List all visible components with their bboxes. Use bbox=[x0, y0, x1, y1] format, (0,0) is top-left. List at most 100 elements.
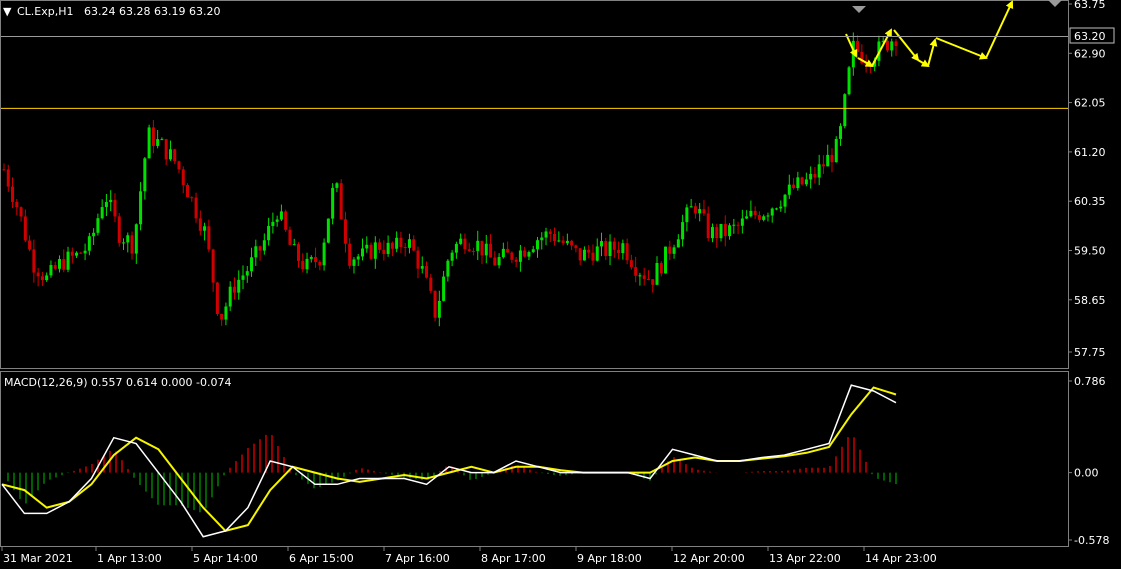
candle-body bbox=[53, 265, 57, 269]
candle bbox=[66, 246, 70, 273]
candle bbox=[693, 202, 697, 219]
chart-shift-marker-icon[interactable] bbox=[852, 6, 866, 13]
candle bbox=[326, 218, 330, 244]
candle-body bbox=[271, 221, 275, 226]
candle bbox=[305, 252, 309, 274]
candle bbox=[117, 213, 121, 247]
candle bbox=[548, 228, 552, 243]
candle-body bbox=[604, 241, 608, 257]
candle-body bbox=[49, 265, 53, 276]
candle-body bbox=[296, 244, 300, 261]
candle bbox=[134, 223, 138, 264]
candle bbox=[36, 267, 40, 287]
candle-body bbox=[75, 252, 79, 256]
candle-body bbox=[433, 290, 437, 318]
candle bbox=[19, 206, 23, 222]
candle bbox=[168, 140, 172, 161]
candle-body bbox=[369, 244, 373, 259]
candle-body bbox=[395, 237, 399, 249]
candle bbox=[617, 241, 621, 260]
collapse-triangle-icon[interactable]: ▼ bbox=[3, 5, 12, 18]
candle bbox=[894, 39, 898, 56]
candle bbox=[847, 65, 851, 96]
candle-body bbox=[11, 186, 15, 202]
candle bbox=[702, 199, 706, 216]
candle bbox=[70, 247, 74, 264]
candle bbox=[736, 221, 740, 235]
candle-body bbox=[237, 279, 241, 293]
candle bbox=[753, 206, 757, 220]
candle-body bbox=[164, 139, 168, 160]
candle bbox=[634, 256, 638, 283]
candle-body bbox=[732, 224, 736, 226]
candle-body bbox=[715, 227, 719, 239]
candle-body bbox=[23, 216, 27, 241]
candle bbox=[130, 231, 134, 260]
projection-arrows[interactable] bbox=[845, 0, 1014, 68]
candle-body bbox=[783, 194, 787, 207]
candle-body bbox=[847, 67, 851, 95]
price-tick-label: 62.90 bbox=[1074, 47, 1106, 60]
candle-body bbox=[753, 210, 757, 216]
candle bbox=[433, 290, 437, 322]
candle bbox=[301, 253, 305, 273]
candle bbox=[796, 171, 800, 191]
candle-body bbox=[540, 237, 544, 241]
candle-body bbox=[821, 164, 825, 167]
candle bbox=[390, 241, 394, 257]
candle bbox=[275, 215, 279, 227]
candle bbox=[685, 204, 689, 232]
candle-body bbox=[203, 226, 207, 231]
candle bbox=[224, 302, 228, 326]
candle bbox=[570, 239, 574, 251]
projection-arrow bbox=[893, 29, 920, 62]
candle bbox=[518, 244, 522, 272]
candle bbox=[49, 260, 53, 278]
candle bbox=[762, 214, 766, 222]
candle-body bbox=[817, 164, 821, 178]
candle bbox=[79, 251, 83, 254]
candle-body bbox=[578, 248, 582, 261]
macd-signal-line bbox=[1, 386, 897, 533]
candle-body bbox=[352, 259, 356, 266]
candle-body bbox=[621, 243, 625, 254]
candle-body bbox=[634, 267, 638, 276]
candle-body bbox=[664, 246, 668, 274]
candle bbox=[15, 198, 19, 216]
candle-body bbox=[813, 173, 817, 178]
candle bbox=[395, 231, 399, 253]
trading-chart[interactable]: 63.75 62.90 62.05 61.20 60.35 59.50 58.65 57.75… bbox=[0, 0, 1121, 569]
candle bbox=[378, 238, 382, 254]
candle bbox=[203, 222, 207, 241]
candle-body bbox=[826, 154, 830, 167]
candle bbox=[177, 160, 181, 174]
time-tick-label: 14 Apr 23:00 bbox=[865, 552, 937, 565]
candle bbox=[237, 270, 241, 300]
candle bbox=[92, 228, 96, 245]
candle-body bbox=[134, 224, 138, 254]
candle-body bbox=[386, 242, 390, 254]
candle bbox=[642, 267, 646, 286]
candle-body bbox=[467, 249, 471, 251]
candle-body bbox=[168, 149, 172, 160]
candle-body bbox=[96, 218, 100, 233]
candle-body bbox=[476, 240, 480, 251]
candle bbox=[595, 238, 599, 262]
candle bbox=[774, 207, 778, 211]
candle-body bbox=[407, 239, 411, 248]
candle-body bbox=[749, 210, 753, 217]
candle-body bbox=[600, 241, 604, 247]
scroll-marker-icon[interactable] bbox=[1048, 0, 1062, 7]
candlestick-series[interactable] bbox=[2, 32, 898, 327]
candle-body bbox=[471, 250, 475, 252]
candle bbox=[87, 232, 91, 256]
candle bbox=[813, 167, 817, 184]
candle bbox=[497, 253, 501, 269]
candle-body bbox=[779, 206, 783, 209]
candle-body bbox=[279, 211, 283, 220]
candle bbox=[147, 124, 151, 159]
candle bbox=[373, 236, 377, 269]
candle bbox=[314, 247, 318, 268]
candle bbox=[749, 200, 753, 218]
candle-body bbox=[582, 249, 586, 261]
